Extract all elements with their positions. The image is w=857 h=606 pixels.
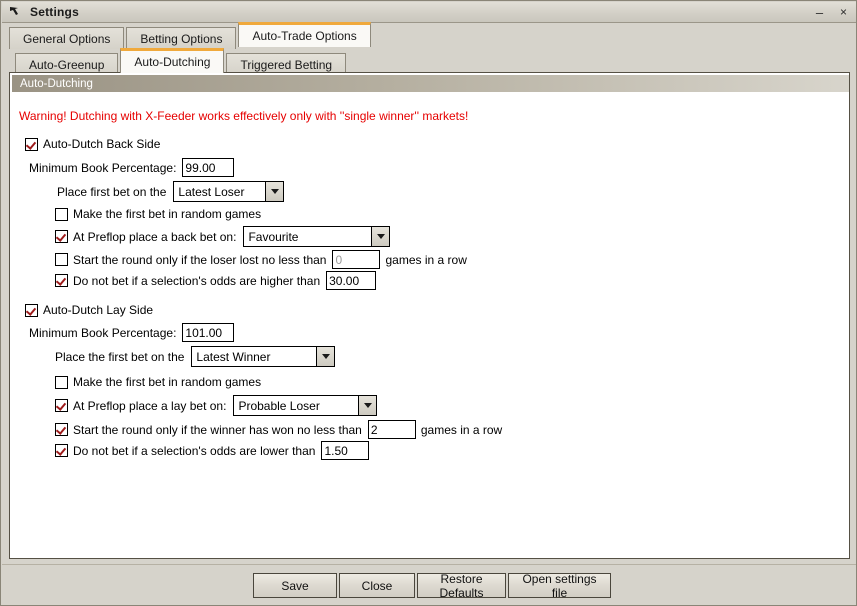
back-odds-limit-row: Do not bet if a selection's odds are hig…: [55, 271, 377, 290]
lay-odds-limit-input[interactable]: [321, 441, 370, 460]
back-preflop-row: At Preflop place a back bet on: Favourit…: [55, 226, 391, 247]
lay-min-book-label: Minimum Book Percentage:: [29, 325, 177, 340]
settings-window: Settings – × General Options Betting Opt…: [0, 0, 857, 606]
back-random-games-row[interactable]: Make the first bet in random games: [55, 207, 261, 221]
auto-dutch-lay-side-row[interactable]: Auto-Dutch Lay Side: [25, 303, 153, 317]
back-odds-limit-checkbox[interactable]: [55, 274, 68, 287]
lay-random-games-row[interactable]: Make the first bet in random games: [55, 375, 261, 389]
back-start-round-row: Start the round only if the loser lost n…: [55, 250, 467, 269]
warning-message: Warning! Dutching with X-Feeder works ef…: [19, 109, 469, 123]
tab-general-options[interactable]: General Options: [9, 27, 125, 49]
back-preflop-select[interactable]: Favourite: [243, 226, 391, 247]
back-first-bet-row: Place first bet on the Latest Loser: [57, 181, 285, 202]
lay-first-bet-label: Place the first bet on the: [55, 349, 185, 364]
back-preflop-value: Favourite: [244, 227, 372, 246]
chevron-down-icon[interactable]: [371, 227, 390, 246]
lay-preflop-value: Probable Loser: [234, 396, 359, 415]
lay-start-round-suffix: games in a row: [420, 422, 503, 437]
auto-dutch-lay-side-checkbox[interactable]: [25, 303, 38, 317]
back-min-book-row: Minimum Book Percentage:: [29, 158, 235, 177]
auto-dutch-back-side-checkbox[interactable]: [25, 137, 38, 151]
lay-start-round-label: Start the round only if the winner has w…: [73, 422, 362, 437]
lay-first-bet-value: Latest Winner: [192, 347, 317, 366]
open-settings-file-button[interactable]: Open settings file: [508, 572, 611, 600]
title-bar: Settings – ×: [2, 2, 856, 23]
primary-tab-bar: General Options Betting Options Auto-Tra…: [9, 22, 854, 49]
window-title: Settings: [30, 5, 79, 19]
back-random-games-checkbox[interactable]: [55, 207, 68, 221]
tab-auto-trade-options[interactable]: Auto-Trade Options: [238, 22, 371, 47]
restore-defaults-button[interactable]: Restore Defaults: [417, 572, 506, 600]
lay-start-round-input[interactable]: [367, 420, 416, 439]
minimize-button[interactable]: –: [809, 4, 830, 20]
close-button-footer[interactable]: Close: [339, 573, 415, 598]
lay-preflop-row: At Preflop place a lay bet on: Probable …: [55, 395, 378, 416]
lay-first-bet-select[interactable]: Latest Winner: [191, 346, 336, 367]
back-start-round-suffix: games in a row: [385, 252, 467, 267]
back-min-book-input[interactable]: [182, 158, 235, 177]
chevron-down-icon[interactable]: [265, 182, 284, 201]
group-header-auto-dutching: Auto-Dutching: [12, 75, 849, 92]
group-header-label: Auto-Dutching: [20, 77, 93, 90]
back-preflop-checkbox[interactable]: [55, 230, 68, 243]
lay-first-bet-row: Place the first bet on the Latest Winner: [55, 346, 336, 367]
lay-odds-limit-row: Do not bet if a selection's odds are low…: [55, 441, 370, 460]
tab-auto-dutching[interactable]: Auto-Dutching: [120, 48, 225, 73]
back-preflop-label: At Preflop place a back bet on:: [73, 229, 237, 244]
lay-preflop-checkbox[interactable]: [55, 399, 68, 412]
auto-dutch-back-side-label: Auto-Dutch Back Side: [43, 137, 161, 151]
lay-odds-limit-checkbox[interactable]: [55, 444, 68, 457]
close-button[interactable]: ×: [833, 4, 854, 20]
back-min-book-label: Minimum Book Percentage:: [29, 160, 177, 175]
secondary-tab-bar: Auto-Greenup Auto-Dutching Triggered Bet…: [15, 48, 854, 75]
back-first-bet-select[interactable]: Latest Loser: [173, 181, 285, 202]
lay-random-games-checkbox[interactable]: [55, 375, 68, 389]
back-random-games-label: Make the first bet in random games: [73, 207, 262, 221]
back-first-bet-value: Latest Loser: [174, 182, 266, 201]
lay-odds-limit-label: Do not bet if a selection's odds are low…: [73, 443, 316, 458]
back-odds-limit-label: Do not bet if a selection's odds are hig…: [73, 273, 321, 288]
dialog-button-bar: Save Close Restore Defaults Open setting…: [2, 564, 856, 605]
lay-random-games-label: Make the first bet in random games: [73, 375, 262, 389]
chevron-down-icon[interactable]: [358, 396, 377, 415]
back-start-round-label: Start the round only if the loser lost n…: [73, 252, 327, 267]
lay-start-round-row: Start the round only if the winner has w…: [55, 420, 502, 439]
back-start-round-checkbox[interactable]: [55, 253, 68, 266]
auto-dutch-back-side-row[interactable]: Auto-Dutch Back Side: [25, 137, 160, 151]
tab-betting-options[interactable]: Betting Options: [126, 27, 237, 49]
lay-start-round-checkbox[interactable]: [55, 423, 68, 436]
lay-min-book-row: Minimum Book Percentage:: [29, 323, 235, 342]
app-arrow-icon: [7, 4, 23, 20]
back-odds-limit-input[interactable]: [326, 271, 377, 290]
back-first-bet-label: Place first bet on the: [57, 184, 167, 199]
lay-preflop-select[interactable]: Probable Loser: [233, 395, 378, 416]
save-button[interactable]: Save: [253, 573, 337, 598]
auto-dutch-lay-side-label: Auto-Dutch Lay Side: [43, 303, 154, 317]
back-start-round-input[interactable]: [332, 250, 381, 269]
lay-min-book-input[interactable]: [182, 323, 235, 342]
lay-preflop-label: At Preflop place a lay bet on:: [73, 398, 227, 413]
chevron-down-icon[interactable]: [316, 347, 335, 366]
